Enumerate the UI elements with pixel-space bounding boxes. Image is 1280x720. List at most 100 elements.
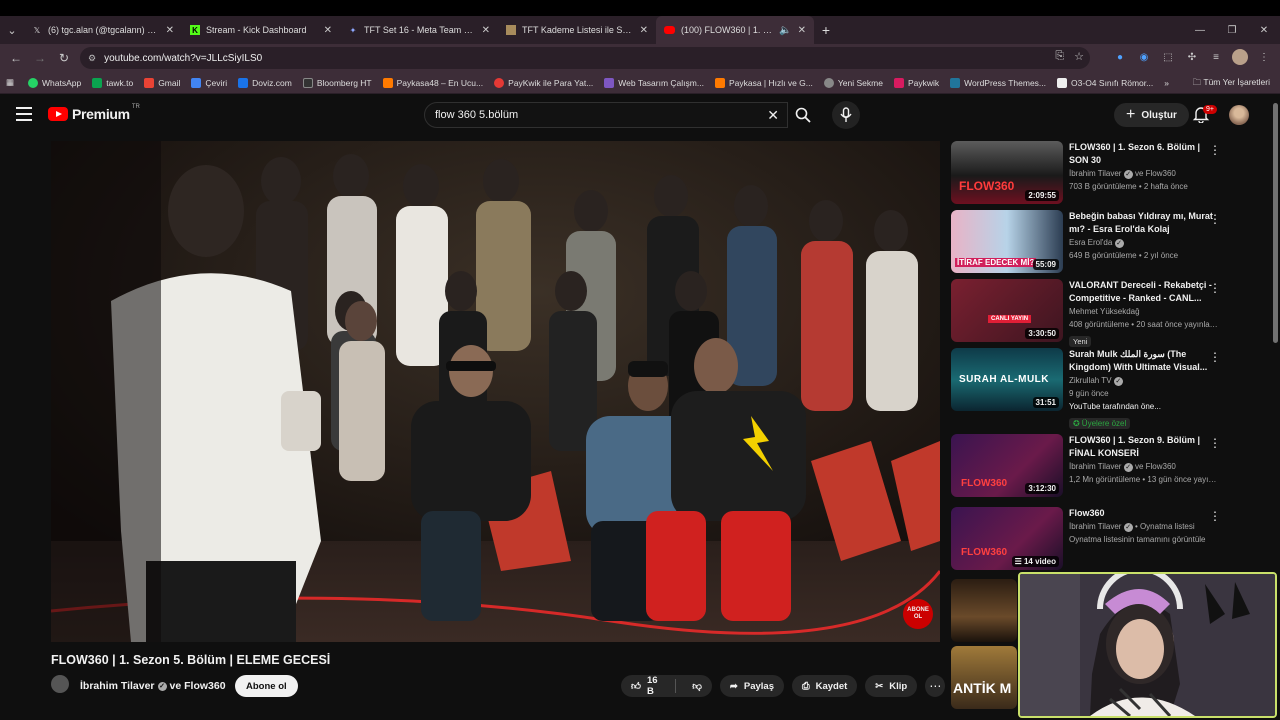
back-icon[interactable]: ← — [4, 51, 28, 65]
close-tab-icon[interactable]: ✕ — [482, 25, 490, 36]
more-vert-icon[interactable]: ⋮ — [1209, 143, 1221, 157]
video-thumbnail[interactable] — [951, 579, 1017, 642]
bookmark-item[interactable]: Çeviri — [191, 77, 227, 88]
share-button[interactable]: ➦ Paylaş — [719, 675, 784, 697]
clear-search-icon[interactable]: ✕ — [767, 107, 779, 124]
more-vert-icon[interactable]: ⋮ — [1209, 281, 1221, 295]
close-tab-icon[interactable]: ✕ — [798, 25, 806, 36]
maximize-icon[interactable]: ❐ — [1216, 16, 1248, 44]
video-thumbnail[interactable]: FLOW360 2:09:55 — [951, 141, 1063, 204]
bookmark-label: Paykasa | Hızlı ve G... — [728, 77, 813, 88]
all-bookmarks[interactable]: 🗀 Tüm Yer İşaretleri — [1193, 77, 1270, 91]
like-button[interactable]: 👍︎ 16 B — [621, 675, 669, 697]
recommendation-item[interactable]: İTİRAF EDECEK Mİ? 55:09 Bebeğin babası Y… — [951, 210, 1271, 274]
more-vert-icon[interactable]: ⋮ — [1209, 212, 1221, 226]
bookmark-item[interactable]: O3-O4 Sınıfı Römor... — [1057, 77, 1153, 88]
browser-tab[interactable]: 𝕏 (6) tgc.alan (@tgcalann) adlı ku ✕ — [24, 16, 182, 44]
media-icon[interactable]: ≡ — [1208, 49, 1224, 65]
bookmark-item[interactable]: Doviz.com — [238, 77, 292, 88]
browser-tab-active[interactable]: (100) FLOW360 | 1. Sezon 5 🔈 ✕ — [656, 16, 814, 44]
create-button[interactable]: + Oluştur — [1114, 103, 1189, 127]
browser-tab[interactable]: ✦ TFT Set 16 - Meta Team Comps ✕ — [340, 16, 498, 44]
video-thumbnail[interactable]: SURAH AL-MULK 31:51 — [951, 348, 1063, 411]
thumbs-down-icon: 👎︎ — [692, 681, 702, 692]
bookmark-item[interactable]: Paykasa48 – En Ucu... — [382, 77, 484, 88]
bookmark-item[interactable]: Web Tasarım Çalışm... — [604, 77, 704, 88]
more-horizontal-icon: ⋯ — [929, 679, 942, 693]
recommendation-item[interactable]: FLOW360 2:09:55 FLOW360 | 1. Sezon 6. Bö… — [951, 141, 1271, 205]
channel-name[interactable]: İbrahim Tilaver ✓ ve Flow360 — [80, 680, 226, 692]
youtube-logo[interactable]: Premium TR — [48, 104, 140, 122]
account-avatar[interactable] — [1229, 105, 1249, 125]
search-input[interactable]: flow 360 5.bölüm ✕ — [424, 102, 788, 128]
recommendation-item[interactable]: FLOW360 3:12:30 FLOW360 | 1. Sezon 9. Bö… — [951, 434, 1271, 498]
tab-list: ⌄ 𝕏 (6) tgc.alan (@tgcalann) adlı ku ✕ K… — [0, 16, 838, 44]
close-tab-icon[interactable]: ✕ — [166, 25, 174, 36]
close-tab-icon[interactable]: ✕ — [640, 25, 648, 36]
voice-search-button[interactable] — [832, 101, 860, 129]
profile-icon[interactable] — [1232, 49, 1248, 65]
bookmark-item[interactable]: Paykasa | Hızlı ve G... — [714, 77, 813, 88]
minimize-icon[interactable]: — — [1184, 16, 1216, 44]
browser-tab[interactable]: K Stream - Kick Dashboard ✕ — [182, 16, 340, 44]
video-thumbnail[interactable]: FLOW360 3:12:30 — [951, 434, 1063, 497]
video-thumbnail[interactable]: İTİRAF EDECEK Mİ? 55:09 — [951, 210, 1063, 273]
subscribe-button[interactable]: Abone ol — [235, 675, 298, 697]
playlist-item[interactable]: FLOW360 ☰ 14 video Flow360 İbrahim Tilav… — [951, 507, 1271, 571]
install-app-icon[interactable]: ⎘ — [1055, 50, 1064, 63]
puzzle-icon[interactable]: ✣ — [1184, 49, 1200, 65]
bookmark-item[interactable]: Paykwik — [893, 77, 939, 88]
more-vert-icon[interactable]: ⋮ — [1209, 436, 1221, 450]
close-tab-icon[interactable]: ✕ — [324, 25, 332, 36]
bookmark-item[interactable]: tawk.to — [92, 77, 133, 88]
recommendation-title: FLOW360 | 1. Sezon 6. Bölüm | SON 30 — [1069, 142, 1201, 165]
dislike-button[interactable]: 👎︎ — [682, 675, 712, 697]
search-icon — [795, 107, 811, 123]
playlist-thumbnail[interactable]: FLOW360 ☰ 14 video — [951, 507, 1063, 570]
video-thumbnail[interactable]: CANLI YAYIN 3:30:50 — [951, 279, 1063, 342]
verified-icon: ✓ — [157, 681, 167, 691]
browser-tab[interactable]: TFT Kademe Listesi ile Set 16 iç ✕ — [498, 16, 656, 44]
bookmark-item[interactable]: WordPress Themes... — [950, 77, 1046, 88]
forward-icon[interactable]: → — [28, 51, 52, 65]
more-bookmarks-icon[interactable]: » — [1164, 78, 1169, 88]
save-button[interactable]: ⎙ Kaydet — [792, 675, 858, 697]
plus-icon: + — [1126, 106, 1136, 123]
extension-icon[interactable]: ◉ — [1136, 49, 1152, 65]
thumbs-up-icon: 👍︎ — [631, 681, 641, 692]
reload-icon[interactable]: ↻ — [52, 51, 76, 65]
bookmark-item[interactable]: PayKwik ile Para Yat... — [494, 77, 593, 88]
more-actions-button[interactable]: ⋯ — [925, 675, 946, 697]
bookmark-icon: ⎙ — [802, 680, 810, 692]
video-thumbnail[interactable]: ANTİK M — [951, 646, 1017, 709]
bookmark-item[interactable]: Gmail — [144, 77, 180, 88]
url-field[interactable]: ⚙ youtube.com/watch?v=JLLcSiyILS0 — [80, 47, 1090, 69]
search-button[interactable] — [788, 102, 818, 128]
channel-collab[interactable]: ve Flow360 — [170, 680, 226, 692]
scrollbar-thumb[interactable] — [1273, 103, 1278, 343]
channel-avatar[interactable] — [51, 675, 69, 693]
clip-button[interactable]: ✂ Klip — [865, 675, 918, 697]
bookmark-star-icon[interactable]: ☆ — [1074, 50, 1084, 63]
speaker-icon[interactable]: 🔈 — [779, 25, 791, 36]
extension-icon[interactable]: ⬚ — [1160, 49, 1176, 65]
recommendation-item[interactable]: CANLI YAYIN 3:30:50 VALORANT Dereceli - … — [951, 279, 1271, 347]
apps-icon[interactable]: ▦ — [6, 77, 14, 88]
bookmark-item[interactable]: Bloomberg HT — [302, 77, 372, 88]
site-info-icon[interactable]: ⚙ — [88, 53, 96, 64]
close-window-icon[interactable]: ✕ — [1248, 16, 1280, 44]
recommendation-item[interactable]: SURAH AL-MULK 31:51 Surah Mulk سورة المل… — [951, 348, 1271, 432]
new-tab-button[interactable]: + — [814, 16, 838, 44]
bookmark-item[interactable]: Yeni Sekme — [823, 77, 883, 88]
collab-text: ve Flow360 — [1134, 169, 1176, 178]
more-vert-icon[interactable]: ⋮ — [1209, 350, 1221, 364]
extension-icon[interactable]: ● — [1112, 49, 1128, 65]
kebab-menu-icon[interactable]: ⋮ — [1256, 49, 1272, 65]
subscribe-watermark[interactable]: ABONE OL — [903, 599, 933, 629]
bookmark-label: Paykasa48 – En Ucu... — [396, 77, 484, 88]
video-player[interactable]: ABONE OL — [51, 141, 940, 642]
tab-search-dropdown[interactable]: ⌄ — [0, 16, 24, 44]
more-vert-icon[interactable]: ⋮ — [1209, 509, 1221, 523]
bookmark-item[interactable]: WhatsApp — [28, 77, 81, 88]
menu-icon[interactable] — [16, 107, 32, 121]
